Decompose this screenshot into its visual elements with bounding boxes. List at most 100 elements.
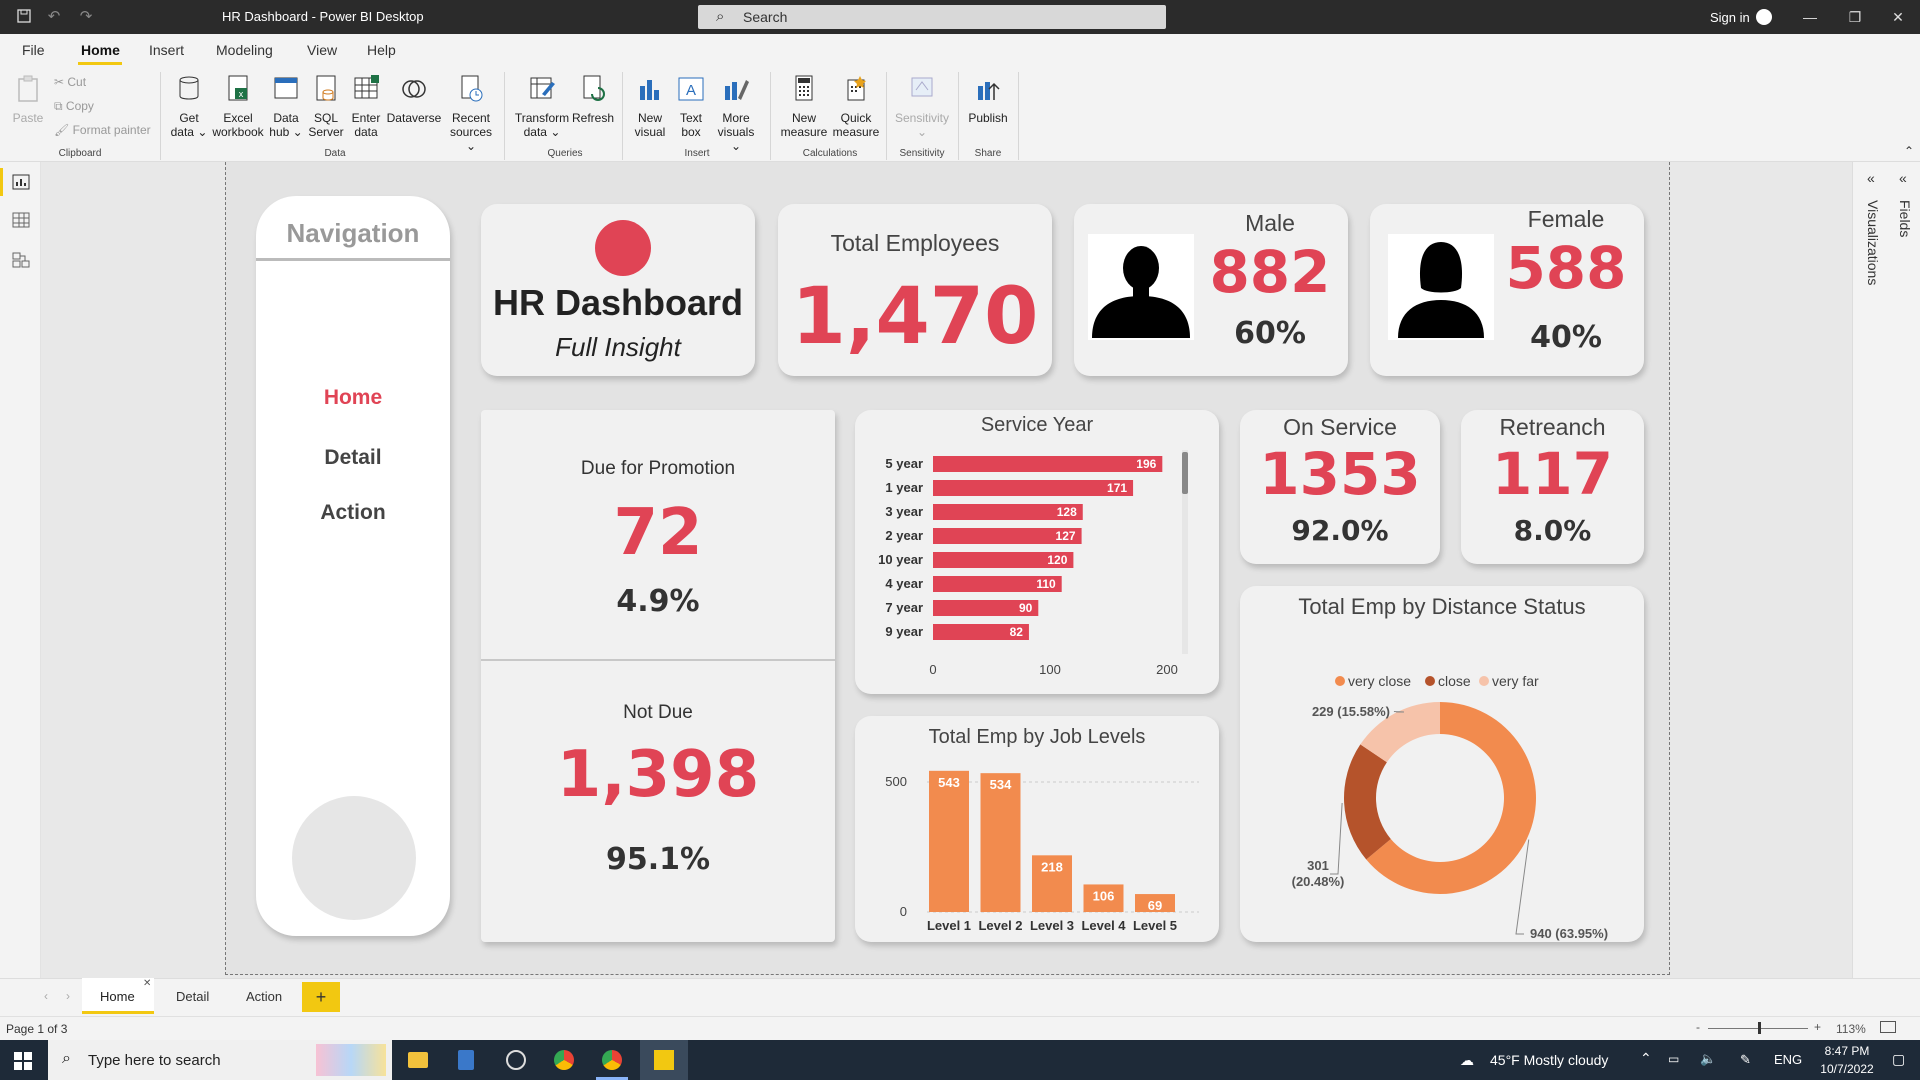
publish-button[interactable]: Publish <box>964 74 1012 125</box>
new-visual-button[interactable]: New visual <box>630 74 670 139</box>
prev-page-icon[interactable]: ‹ <box>44 989 48 1003</box>
data-view-icon[interactable] <box>12 212 30 228</box>
retreanch-value: 117 <box>1491 440 1614 508</box>
paste-icon <box>18 75 38 102</box>
male-avatar-icon <box>1088 234 1194 340</box>
fit-to-page-icon[interactable] <box>1880 1021 1896 1033</box>
sensitivity-button[interactable]: Sensitivity ⌄ <box>890 74 954 139</box>
service-year-data-label: 171 <box>1107 481 1127 495</box>
menu-insert[interactable]: Insert <box>149 42 184 58</box>
male-card: Male 882 60% <box>1074 204 1348 376</box>
group-clipboard: Clipboard <box>58 148 102 159</box>
file-explorer-icon[interactable] <box>408 1052 428 1068</box>
windows-start-icon[interactable] <box>14 1052 32 1070</box>
collapse-visualizations-icon[interactable]: « <box>1867 170 1875 186</box>
dashboard-title-card: HR Dashboard Full Insight <box>481 204 755 376</box>
menu-home[interactable]: Home <box>81 42 120 58</box>
nav-home-button[interactable]: Home <box>256 386 450 410</box>
get-data-button[interactable]: Get data ⌄ <box>168 74 210 139</box>
menu-modeling[interactable]: Modeling <box>216 42 273 58</box>
notifications-icon[interactable]: ▢ <box>1892 1051 1905 1068</box>
enter-data-button[interactable]: Enter data <box>348 74 384 139</box>
page-tab-home[interactable]: Home ✕ <box>82 978 154 1014</box>
save-icon[interactable] <box>16 9 32 25</box>
report-view-icon[interactable] <box>12 174 30 190</box>
service-year-x-tick: 200 <box>1156 662 1178 677</box>
total-employees-label: Total Employees <box>830 230 1000 256</box>
distance-status-title: Total Emp by Distance Status <box>1298 594 1586 619</box>
new-measure-button[interactable]: New measure <box>778 74 830 139</box>
calculator-app-icon[interactable] <box>458 1050 474 1070</box>
minimize-icon[interactable]: — <box>1800 8 1820 26</box>
search-input[interactable]: ⌕ Search <box>698 5 1166 29</box>
powerbi-taskbar-button[interactable] <box>640 1040 688 1080</box>
restore-icon[interactable]: ❐ <box>1845 8 1865 26</box>
zoom-in-icon[interactable]: + <box>1814 1020 1821 1034</box>
nav-detail-button[interactable]: Detail <box>256 446 450 470</box>
publish-icon <box>978 82 1000 100</box>
chrome-profile-icon[interactable] <box>602 1050 622 1070</box>
service-year-category-label: 2 year <box>885 528 923 543</box>
text-box-button[interactable]: A Text box <box>672 74 710 139</box>
excel-workbook-button[interactable]: x Excel workbook <box>210 74 266 139</box>
promotion-divider <box>481 659 835 661</box>
collapse-ribbon-icon[interactable]: ⌃ <box>1904 144 1914 158</box>
clock-date[interactable]: 10/7/2022 <box>1812 1062 1882 1076</box>
job-levels-category-label: Level 1 <box>927 918 971 933</box>
service-year-chart: 5 year 196 1 year 171 3 year 128 2 year 127 10 y… <box>878 450 1188 677</box>
refresh-button[interactable]: Refresh <box>572 74 614 125</box>
cut-button[interactable]: ✂ Cut <box>54 75 86 89</box>
job-levels-bar <box>929 770 969 912</box>
visualizations-pane-tab[interactable]: Visualizations <box>1865 200 1881 285</box>
not-due-value: 1,398 <box>556 738 760 812</box>
fields-pane-tab[interactable]: Fields <box>1897 200 1913 237</box>
service-year-data-label: 196 <box>1136 457 1156 471</box>
page-tab-action[interactable]: Action <box>246 989 282 1004</box>
volume-icon[interactable]: 🔈 <box>1700 1051 1716 1067</box>
page-tab-detail[interactable]: Detail <box>176 989 209 1004</box>
weather-icon[interactable]: ☁ <box>1460 1052 1474 1069</box>
pen-icon[interactable]: ✎ <box>1740 1052 1751 1068</box>
zoom-out-icon[interactable]: - <box>1696 1020 1700 1034</box>
transform-data-button[interactable]: Transform data ⌄ <box>514 74 570 139</box>
chrome-icon[interactable] <box>554 1050 574 1070</box>
sql-server-button[interactable]: SQL Server <box>308 74 344 139</box>
menu-view[interactable]: View <box>307 42 337 58</box>
menu-help[interactable]: Help <box>367 42 396 58</box>
close-page-icon[interactable]: ✕ <box>143 978 151 989</box>
more-visuals-button[interactable]: More visuals ⌄ <box>712 74 760 153</box>
language-indicator[interactable]: ENG <box>1774 1052 1802 1067</box>
table-icon <box>354 75 379 99</box>
paste-button[interactable]: Paste <box>10 74 46 125</box>
clock-time[interactable]: 8:47 PM <box>1812 1044 1882 1058</box>
sign-in-link[interactable]: Sign in <box>1710 10 1750 25</box>
zoom-slider-thumb[interactable] <box>1758 1022 1761 1034</box>
model-view-icon[interactable] <box>12 252 30 268</box>
nav-avatar-circle[interactable] <box>292 796 416 920</box>
collapse-fields-icon[interactable]: « <box>1899 170 1907 186</box>
service-year-data-label: 82 <box>1010 625 1024 639</box>
redo-icon[interactable]: ↷ <box>78 9 94 25</box>
format-painter-button[interactable]: 🖌 Format painter <box>54 123 151 137</box>
clock-app-icon[interactable] <box>506 1050 526 1070</box>
job-levels-category-label: Level 5 <box>1133 918 1177 933</box>
undo-icon[interactable]: ↶ <box>46 9 62 25</box>
data-hub-button[interactable]: Data hub ⌄ <box>268 74 304 139</box>
recent-sources-button[interactable]: Recent sources ⌄ <box>448 74 494 153</box>
group-share: Share <box>974 148 1002 159</box>
next-page-icon[interactable]: › <box>66 989 70 1003</box>
menu-file[interactable]: File <box>22 42 45 58</box>
on-service-percent: 92.0% <box>1291 514 1389 547</box>
copy-button[interactable]: ⧉ Copy <box>54 99 94 114</box>
quick-measure-button[interactable]: Quick measure <box>830 74 882 139</box>
add-page-button[interactable]: + <box>302 982 340 1012</box>
close-icon[interactable]: ✕ <box>1888 8 1908 26</box>
weather-text[interactable]: 45°F Mostly cloudy <box>1490 1052 1608 1068</box>
nav-action-button[interactable]: Action <box>256 501 450 525</box>
battery-icon[interactable]: ▭ <box>1668 1052 1679 1066</box>
show-hidden-icons-icon[interactable]: ⌃ <box>1640 1050 1652 1067</box>
due-promotion-percent: 4.9% <box>616 584 700 619</box>
dataverse-button[interactable]: Dataverse <box>386 74 442 125</box>
taskbar-search-input[interactable]: ⌕ Type here to search <box>48 1040 392 1080</box>
avatar[interactable] <box>1756 9 1772 25</box>
